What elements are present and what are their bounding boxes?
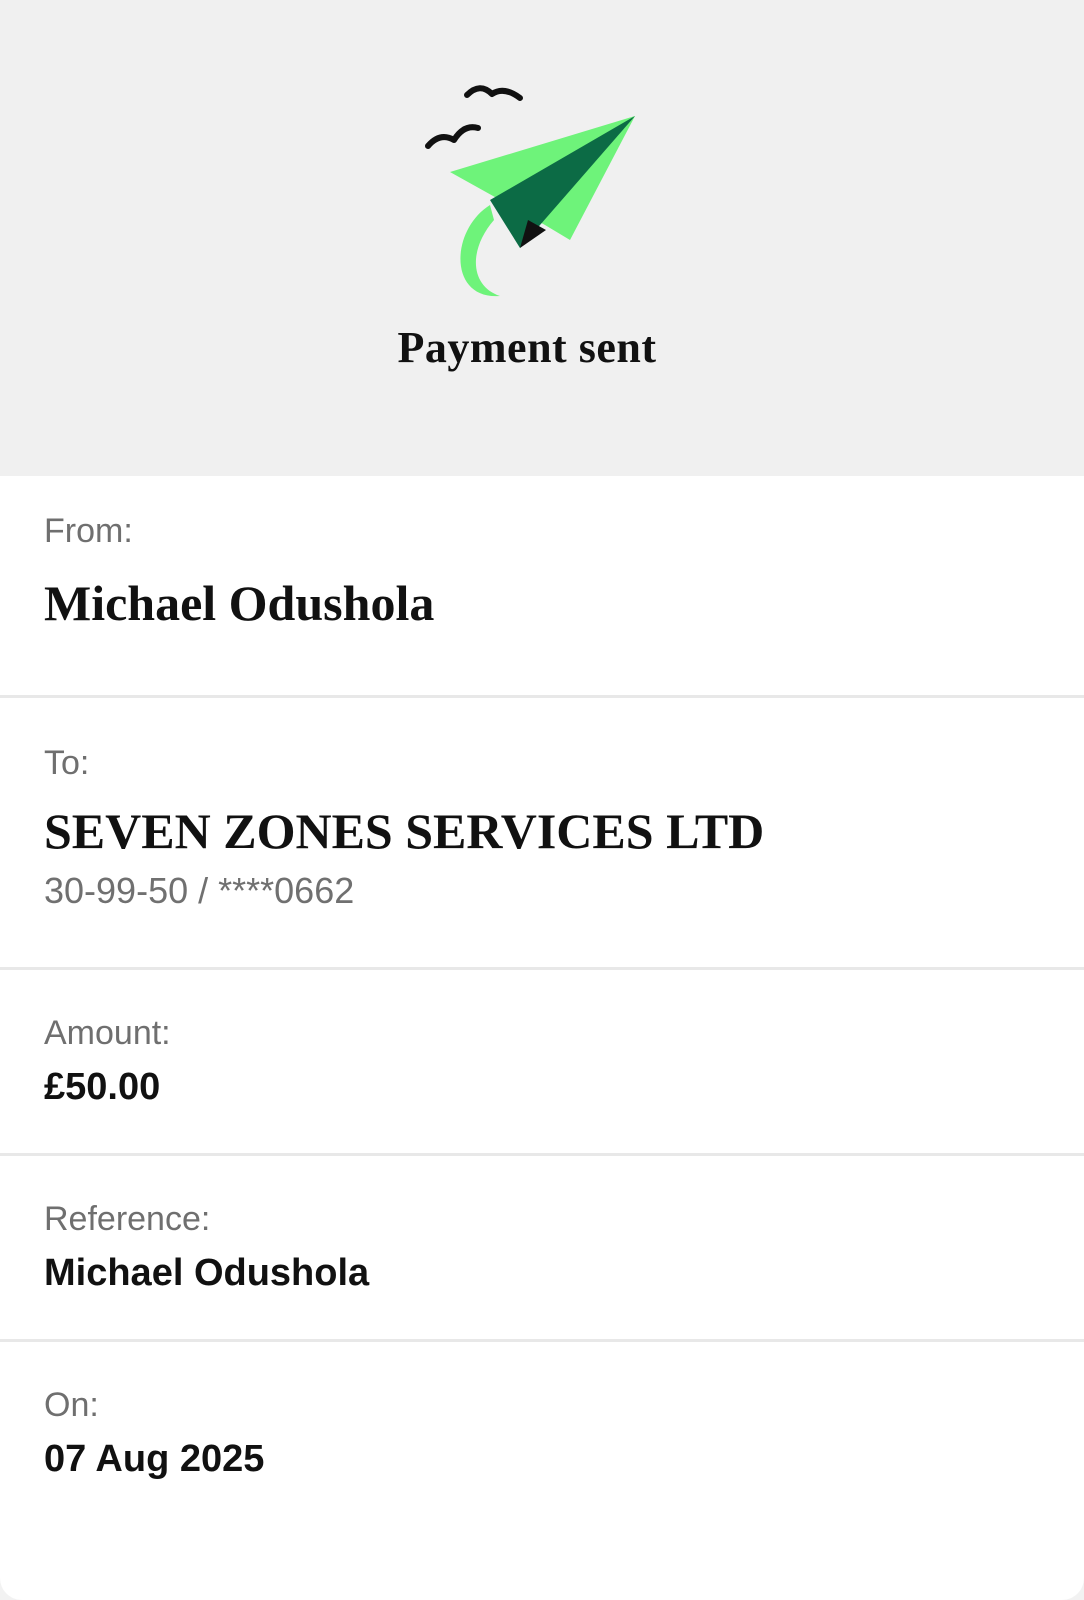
- from-value: Michael Odushola: [44, 575, 435, 631]
- from-label: From:: [44, 512, 133, 550]
- reference-value: Michael Odushola: [44, 1252, 370, 1294]
- to-row: To: SEVEN ZONES SERVICES LTD 30-99-50 / …: [0, 698, 1084, 970]
- reference-label: Reference:: [44, 1200, 211, 1238]
- date-value: 07 Aug 2025: [44, 1438, 265, 1480]
- paper-plane-with-birds-icon: [425, 85, 635, 297]
- to-value: SEVEN ZONES SERVICES LTD: [44, 803, 765, 859]
- amount-label: Amount:: [44, 1014, 171, 1052]
- payment-details-card: From: Michael Odushola To: SEVEN ZONES S…: [0, 476, 1084, 1600]
- date-label: On:: [44, 1386, 99, 1424]
- payment-header: Payment sent: [0, 0, 1084, 476]
- amount-row: Amount: £50.00: [0, 970, 1084, 1156]
- account-details: 30-99-50 / ****0662: [44, 870, 355, 911]
- date-row: On: 07 Aug 2025: [0, 1342, 1084, 1562]
- from-row: From: Michael Odushola: [0, 476, 1084, 698]
- reference-row: Reference: Michael Odushola: [0, 1156, 1084, 1342]
- page-title: Payment sent: [397, 323, 657, 372]
- to-label: To:: [44, 744, 90, 782]
- amount-value: £50.00: [44, 1066, 161, 1108]
